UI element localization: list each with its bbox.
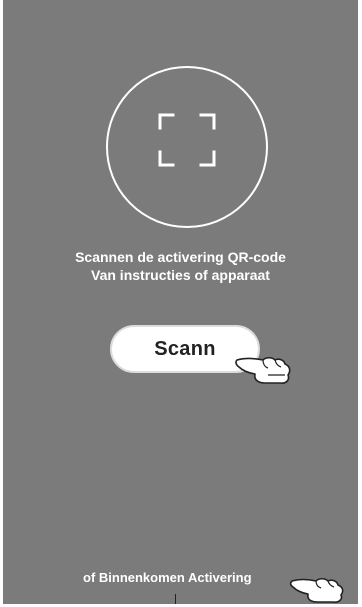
scan-instruction: Scannen de activering QR-code Van instru… — [3, 248, 358, 284]
qr-scan-screen: Scannen de activering QR-code Van instru… — [3, 0, 358, 604]
instruction-line-2: Van instructies of apparaat — [91, 267, 270, 283]
qr-scan-circle — [106, 66, 268, 228]
bottom-divider — [175, 594, 176, 604]
right-edge — [358, 0, 362, 607]
pointing-hand-icon — [289, 577, 344, 603]
pointing-hand-icon — [235, 356, 291, 384]
instruction-line-1: Scannen de activering QR-code — [75, 249, 286, 265]
qr-scan-icon — [158, 113, 216, 167]
manual-activation-link[interactable]: of Binnenkomen Activering — [83, 570, 252, 585]
scan-button-label: Scann — [154, 337, 216, 360]
